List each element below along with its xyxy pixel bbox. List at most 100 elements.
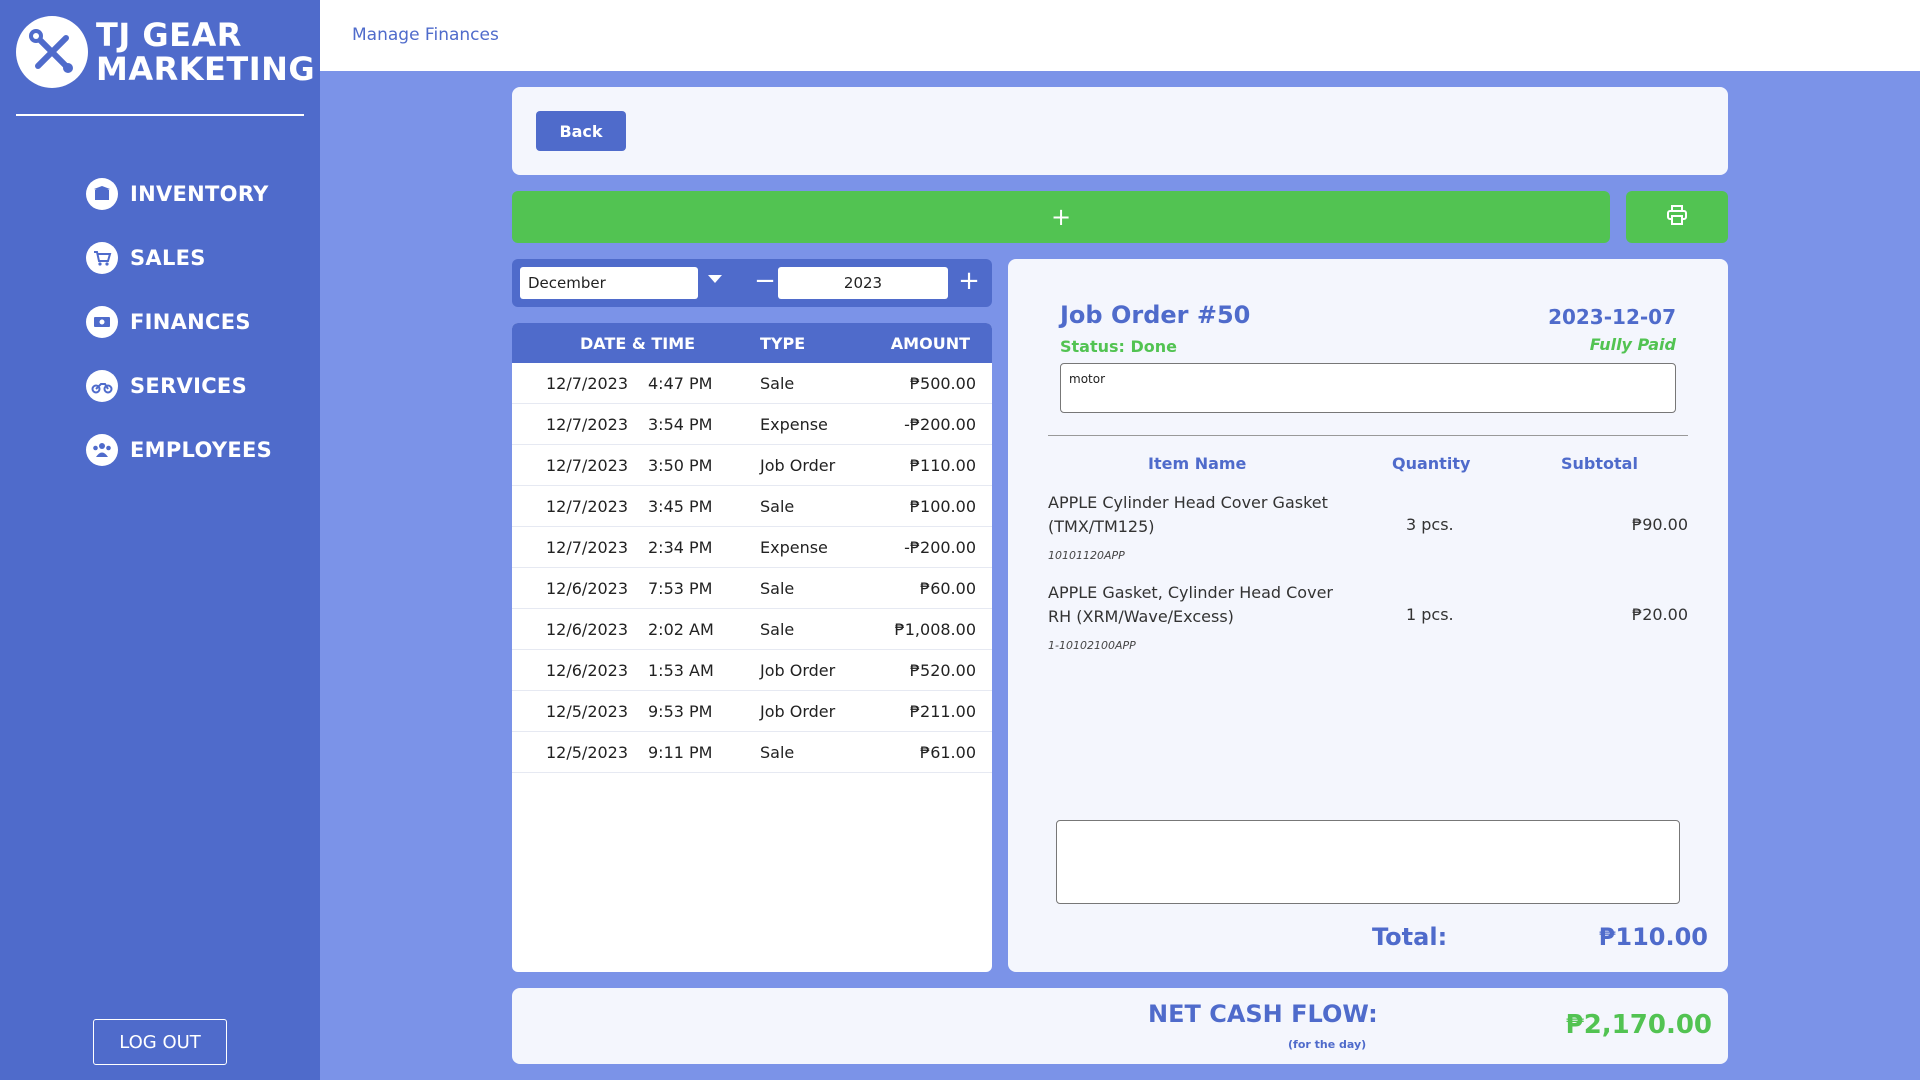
back-button[interactable]: Back xyxy=(536,111,626,151)
job-order-notes[interactable]: motor xyxy=(1060,363,1676,413)
item-quantity: 1 pcs. xyxy=(1406,605,1454,624)
table-row[interactable]: 12/6/2023 2:02 AM Sale ₱1,008.00 xyxy=(512,609,992,650)
remarks-field[interactable] xyxy=(1056,820,1680,904)
brand-line-1: TJ GEAR xyxy=(96,16,242,54)
item-code: 10101120APP xyxy=(1048,549,1125,562)
table-row[interactable]: 12/5/2023 9:11 PM Sale ₱61.00 xyxy=(512,732,992,773)
cell-time: 3:50 PM xyxy=(648,456,713,475)
add-label: + xyxy=(1050,203,1072,231)
cell-time: 4:47 PM xyxy=(648,374,713,393)
year-decrement-button[interactable]: − xyxy=(750,265,780,299)
column-header-datetime: DATE & TIME xyxy=(580,334,696,353)
cell-time: 1:53 AM xyxy=(648,661,714,680)
sidebar-item-label: INVENTORY xyxy=(130,182,269,206)
column-header-amount: AMOUNT xyxy=(890,334,970,353)
total-value: ₱110.00 xyxy=(1598,923,1708,951)
back-panel: Back xyxy=(512,87,1728,175)
cell-date: 12/7/2023 xyxy=(546,456,629,475)
wrench-screwdriver-icon xyxy=(16,16,88,88)
cell-type: Sale xyxy=(760,497,795,516)
cell-date: 12/7/2023 xyxy=(546,374,629,393)
cell-date: 12/6/2023 xyxy=(546,620,629,639)
payment-status: Fully Paid xyxy=(1589,335,1676,354)
add-entry-button[interactable]: + xyxy=(512,191,1610,243)
sidebar-item-services[interactable]: SERVICES xyxy=(86,354,272,418)
cell-time: 9:11 PM xyxy=(648,743,713,762)
transactions-table: DATE & TIME TYPE AMOUNT 12/7/2023 4:47 PM… xyxy=(512,323,992,972)
cell-type: Job Order xyxy=(760,702,836,721)
cell-type: Sale xyxy=(760,620,795,639)
breadcrumb[interactable]: Manage Finances xyxy=(352,25,499,45)
sidebar-nav: INVENTORY SALES FINANCES SERVICES EMPLOY… xyxy=(86,162,272,482)
table-body: 12/7/2023 4:47 PM Sale ₱500.00 12/7/2023 3:54… xyxy=(512,363,992,773)
cell-amount: ₱1,008.00 xyxy=(894,620,976,639)
table-row[interactable]: 12/5/2023 9:53 PM Job Order ₱211.00 xyxy=(512,691,992,732)
caret-down-icon[interactable] xyxy=(708,275,722,283)
cell-date: 12/7/2023 xyxy=(546,415,629,434)
cell-date: 12/7/2023 xyxy=(546,538,629,557)
table-row[interactable]: 12/7/2023 4:47 PM Sale ₱500.00 xyxy=(512,363,992,404)
cell-type: Job Order xyxy=(760,456,836,475)
job-order-detail: Job Order #50 2023-12-07 Status: Done Fu… xyxy=(1008,259,1728,972)
job-order-title: Job Order #50 xyxy=(1060,301,1251,329)
year-input[interactable]: 2023 xyxy=(778,267,948,299)
cell-time: 9:53 PM xyxy=(648,702,713,721)
sidebar-item-sales[interactable]: SALES xyxy=(86,226,272,290)
brand-line-2: MARKETING xyxy=(96,50,316,88)
cell-type: Expense xyxy=(760,415,828,434)
table-row[interactable]: 12/7/2023 3:50 PM Job Order ₱110.00 xyxy=(512,445,992,486)
cell-time: 2:34 PM xyxy=(648,538,713,557)
items-header-quantity: Quantity xyxy=(1392,454,1471,473)
net-cash-flow-period: (for the day) xyxy=(1288,1038,1367,1051)
cell-time: 3:45 PM xyxy=(648,497,713,516)
item-quantity: 3 pcs. xyxy=(1406,515,1454,534)
cell-date: 12/6/2023 xyxy=(546,579,629,598)
table-row[interactable]: 12/7/2023 2:34 PM Expense -₱200.00 xyxy=(512,527,992,568)
net-cash-flow-panel: NET CASH FLOW: (for the day) ₱2,170.00 xyxy=(512,988,1728,1064)
brand-name: TJ GEAR MARKETING xyxy=(96,18,315,86)
cell-type: Sale xyxy=(760,579,795,598)
table-row[interactable]: 12/6/2023 7:53 PM Sale ₱60.00 xyxy=(512,568,992,609)
items-header-name: Item Name xyxy=(1148,454,1247,473)
print-button[interactable] xyxy=(1626,191,1728,243)
cell-amount: ₱100.00 xyxy=(909,497,976,516)
cell-amount: ₱110.00 xyxy=(909,456,976,475)
job-order-status: Status: Done xyxy=(1060,337,1178,356)
sidebar-item-finances[interactable]: FINANCES xyxy=(86,290,272,354)
total-label: Total: xyxy=(1372,923,1448,951)
cell-amount: ₱61.00 xyxy=(920,743,976,762)
item-subtotal: ₱90.00 xyxy=(1632,515,1688,534)
year-increment-button[interactable]: + xyxy=(954,265,984,299)
job-item: APPLE Gasket, Cylinder Head Cover RH (XR… xyxy=(1048,581,1688,665)
cell-date: 12/5/2023 xyxy=(546,702,629,721)
sidebar-item-employees[interactable]: EMPLOYEES xyxy=(86,418,272,482)
cell-amount: ₱500.00 xyxy=(909,374,976,393)
job-order-date: 2023-12-07 xyxy=(1548,305,1676,329)
sidebar-item-label: EMPLOYEES xyxy=(130,438,273,462)
net-cash-flow-value: ₱2,170.00 xyxy=(1565,1010,1712,1040)
table-row[interactable]: 12/7/2023 3:45 PM Sale ₱100.00 xyxy=(512,486,992,527)
cell-amount: ₱211.00 xyxy=(909,702,976,721)
table-header: DATE & TIME TYPE AMOUNT xyxy=(512,323,992,363)
logout-button[interactable]: LOG OUT xyxy=(93,1019,227,1065)
money-icon xyxy=(86,306,118,338)
cell-time: 7:53 PM xyxy=(648,579,713,598)
table-row[interactable]: 12/7/2023 3:54 PM Expense -₱200.00 xyxy=(512,404,992,445)
divider xyxy=(1048,435,1688,436)
cell-type: Sale xyxy=(760,374,795,393)
motorcycle-icon xyxy=(86,370,118,402)
cell-date: 12/7/2023 xyxy=(546,497,629,516)
sidebar-item-label: SERVICES xyxy=(130,374,247,398)
sidebar-item-label: SALES xyxy=(130,246,206,270)
item-code: 1-10102100APP xyxy=(1048,639,1136,652)
cell-amount: ₱60.00 xyxy=(920,579,976,598)
sidebar-item-inventory[interactable]: INVENTORY xyxy=(86,162,272,226)
table-row[interactable]: 12/6/2023 1:53 AM Job Order ₱520.00 xyxy=(512,650,992,691)
cell-amount: -₱200.00 xyxy=(904,415,976,434)
cell-type: Sale xyxy=(760,743,795,762)
box-icon xyxy=(86,178,118,210)
brand-divider xyxy=(16,114,304,116)
users-icon xyxy=(86,434,118,466)
top-bar: Manage Finances xyxy=(320,0,1920,71)
month-select[interactable]: December xyxy=(520,267,698,299)
